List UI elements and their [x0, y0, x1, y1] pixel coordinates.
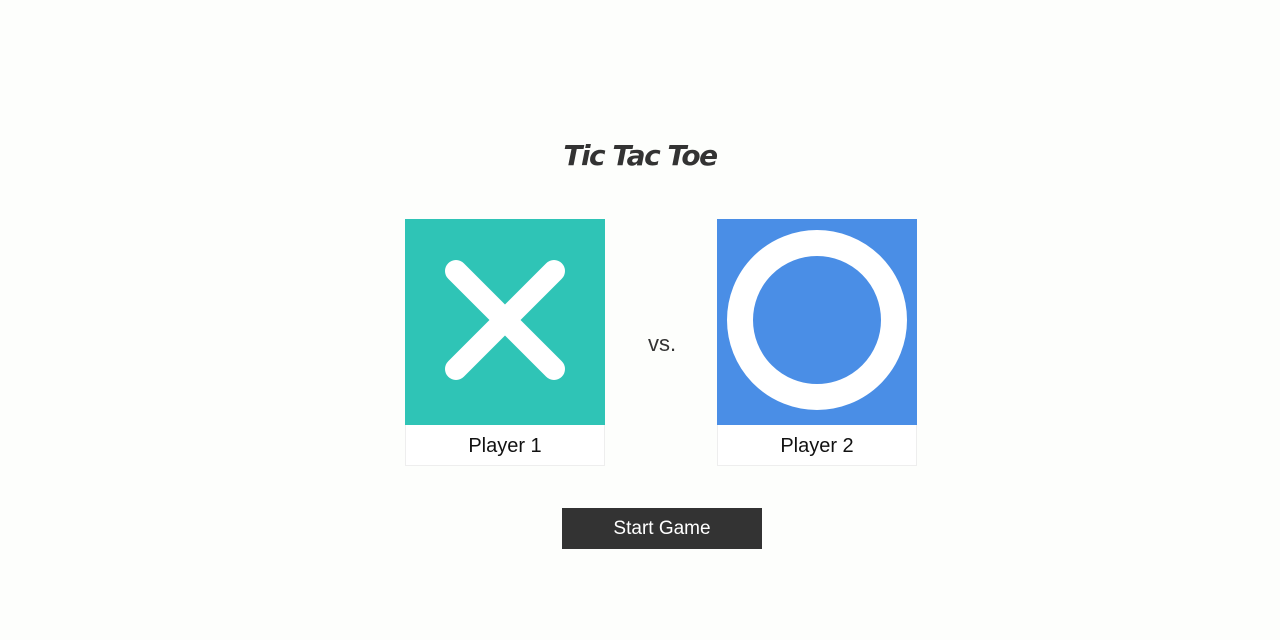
app-root: Tic Tac Toe Player 1 vs. Player 2 Start … [0, 0, 1280, 640]
x-icon [405, 219, 605, 425]
player-1-label: Player 1 [468, 435, 542, 457]
o-icon [717, 219, 917, 425]
player-1-card[interactable]: Player 1 [405, 219, 605, 466]
start-game-button[interactable]: Start Game [562, 508, 762, 549]
player-2-card[interactable]: Player 2 [717, 219, 917, 466]
versus-label: vs. [647, 331, 677, 356]
page-title: Tic Tac Toe [563, 139, 718, 172]
player-2-label: Player 2 [780, 435, 854, 457]
